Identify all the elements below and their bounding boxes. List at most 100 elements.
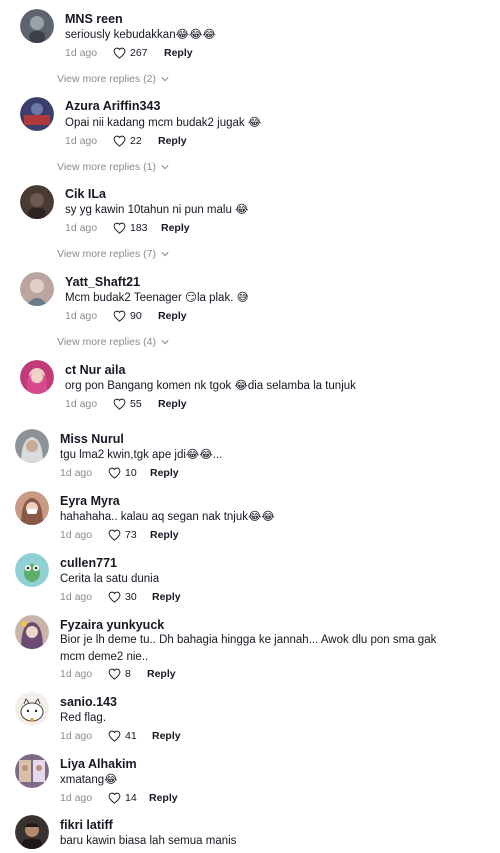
comment-date: 1d ago	[65, 222, 98, 234]
comment-username[interactable]: ct Nur aila	[65, 363, 125, 377]
comment-date: 1d ago	[60, 591, 93, 603]
chevron-down-icon	[161, 340, 169, 345]
comment-text: Cerita la satu dunia	[60, 573, 160, 585]
comment-username[interactable]: Azura Ariffin343	[65, 99, 160, 113]
chevron-down-icon	[161, 165, 169, 170]
avatar[interactable]	[15, 553, 49, 587]
comment-username[interactable]: fikri latiff	[60, 818, 113, 832]
like-count: 183	[130, 222, 148, 234]
view-more-label: View more replies (7)	[57, 248, 157, 260]
view-more-label: View more replies (1)	[57, 161, 157, 173]
view-more-label: View more replies (2)	[57, 73, 157, 85]
comment-meta: 1d ago 55 Reply	[65, 398, 187, 410]
reply-button[interactable]: Reply	[158, 310, 187, 322]
chevron-down-icon	[161, 252, 169, 257]
reply-button[interactable]: Reply	[164, 47, 193, 59]
comment-text: seriously kebudakkan😂😂😂	[65, 29, 216, 41]
view-more-replies-button[interactable]: View more replies (4)	[57, 336, 169, 348]
reply-button[interactable]: Reply	[150, 467, 179, 479]
like-count: 55	[130, 398, 142, 410]
comment-date: 1d ago	[60, 730, 93, 742]
like-count: 22	[130, 135, 142, 147]
reply-button[interactable]: Reply	[152, 730, 181, 742]
avatar[interactable]	[20, 360, 54, 394]
comment-username[interactable]: Liya Alhakim	[60, 757, 137, 771]
reply-button[interactable]: Reply	[149, 792, 178, 804]
view-more-replies-button[interactable]: View more replies (2)	[57, 73, 169, 85]
view-more-replies-button[interactable]: View more replies (1)	[57, 161, 169, 173]
comment-date: 1d ago	[60, 529, 93, 541]
reply-button[interactable]: Reply	[150, 529, 179, 541]
comment-meta: 1d ago 22 Reply	[65, 135, 187, 147]
comment-meta: 1d ago 30 Reply	[60, 591, 181, 603]
comment-text: sy yg kawin 10tahun ni pun malu 😂	[65, 204, 249, 216]
comment-text: org pon Bangang komen nk tgok 😂dia selam…	[65, 380, 356, 392]
avatar[interactable]	[20, 272, 54, 306]
heart-outline-icon[interactable]	[108, 467, 121, 479]
comment-date: 1d ago	[60, 467, 93, 479]
heart-outline-icon[interactable]	[108, 668, 121, 680]
comment-text: Opai nii kadang mcm budak2 jugak 😂	[65, 117, 262, 129]
heart-outline-icon[interactable]	[108, 591, 121, 603]
comment-username[interactable]: MNS reen	[65, 12, 123, 26]
heart-outline-icon[interactable]	[108, 730, 121, 742]
comment-text: Bior je lh deme tu.. Dh bahagia hingga k…	[60, 634, 437, 663]
comment-text: Mcm budak2 Teenager 😏la plak. 😅	[65, 292, 249, 304]
chevron-down-icon	[161, 77, 169, 82]
avatar[interactable]	[15, 692, 49, 726]
like-count: 10	[125, 467, 137, 479]
reply-button[interactable]: Reply	[152, 591, 181, 603]
comment-username[interactable]: Cik ILa	[65, 187, 106, 201]
like-count: 267	[130, 47, 148, 59]
comment-meta: 1d ago 90 Reply	[65, 310, 187, 322]
comment-username[interactable]: cullen771	[60, 556, 117, 570]
reply-button[interactable]: Reply	[147, 668, 176, 680]
like-count: 8	[125, 668, 131, 680]
comment-meta: 1d ago 267 Reply	[65, 47, 193, 59]
comment-username[interactable]: sanio.143	[60, 695, 117, 709]
avatar[interactable]	[15, 615, 49, 649]
comment-username[interactable]: Yatt_Shaft21	[65, 275, 140, 289]
heart-outline-icon[interactable]	[113, 135, 126, 147]
like-count: 41	[125, 730, 137, 742]
comment-meta: 1d ago 183 Reply	[65, 222, 190, 234]
like-count: 30	[125, 591, 137, 603]
heart-outline-icon[interactable]	[113, 310, 126, 322]
comment-date: 1d ago	[65, 310, 98, 322]
avatar[interactable]	[20, 185, 54, 219]
reply-button[interactable]: Reply	[158, 398, 187, 410]
view-more-replies-button[interactable]: View more replies (7)	[57, 248, 169, 260]
like-count: 90	[130, 310, 142, 322]
heart-outline-icon[interactable]	[113, 398, 126, 410]
heart-outline-icon[interactable]	[113, 222, 126, 234]
comment-text: tgu lma2 kwin,tgk ape jdi😂😂...	[60, 449, 223, 461]
comment-username[interactable]: Eyra Myra	[60, 494, 120, 508]
reply-button[interactable]: Reply	[158, 135, 187, 147]
heart-outline-icon[interactable]	[108, 792, 121, 804]
heart-outline-icon[interactable]	[113, 47, 126, 59]
avatar[interactable]	[15, 815, 49, 849]
comment-meta: 1d ago 14 Reply	[60, 792, 178, 804]
comment-date: 1d ago	[65, 135, 98, 147]
comment-meta: 1d ago 73 Reply	[60, 529, 179, 541]
comment-username[interactable]: Fyzaira yunkyuck	[60, 618, 164, 632]
comment-meta: 1d ago 10 Reply	[60, 467, 179, 479]
like-count: 73	[125, 529, 137, 541]
reply-button[interactable]: Reply	[161, 222, 190, 234]
comment-text: xmatang😂	[60, 774, 118, 786]
avatar[interactable]	[20, 97, 54, 131]
comment-text: hahahaha.. kalau aq segan nak tnjuk😂😂	[60, 511, 275, 523]
like-count: 14	[125, 792, 137, 804]
comment-username[interactable]: Miss Nurul	[60, 432, 124, 446]
avatar[interactable]	[20, 9, 54, 43]
avatar[interactable]	[15, 491, 49, 525]
comment-date: 1d ago	[65, 47, 98, 59]
heart-outline-icon[interactable]	[108, 529, 121, 541]
comment-date: 1d ago	[60, 792, 93, 804]
avatar[interactable]	[15, 754, 49, 788]
comment-date: 1d ago	[60, 668, 93, 680]
avatar[interactable]	[15, 429, 49, 463]
comment-meta: 1d ago 8 Reply	[60, 668, 176, 680]
comment-meta: 1d ago 41 Reply	[60, 730, 181, 742]
comment-text: baru kawin biasa lah semua manis	[60, 835, 237, 847]
